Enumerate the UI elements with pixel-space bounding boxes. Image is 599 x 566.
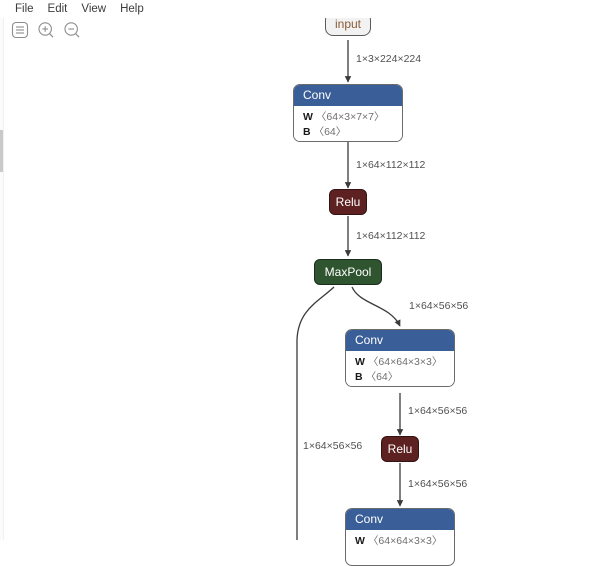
- attr-value: 〈64〉: [313, 126, 347, 138]
- attr-row: W 〈64×3×7×7〉: [294, 110, 402, 125]
- edge-label-conv2-to-relu2: 1×64×56×56: [408, 405, 468, 417]
- edge-label-maxpool1-skip: 1×64×56×56: [303, 440, 363, 452]
- attr-row: B 〈64〉: [294, 125, 402, 140]
- edge-label-conv1-to-relu1: 1×64×112×112: [356, 159, 426, 171]
- attr-key: W: [355, 356, 365, 368]
- attr-value: 〈64〉: [365, 371, 399, 383]
- graph-node-maxpool1-label: MaxPool: [324, 265, 372, 279]
- graph-node-input-label: input: [334, 17, 362, 31]
- graph-canvas[interactable]: input Conv W 〈64×3×7×7〉 B 〈64〉 Relu MaxPoo…: [0, 0, 599, 566]
- attr-value: 〈64×64×3×3〉: [367, 356, 443, 368]
- graph-edge-layer: [296, 40, 404, 540]
- menu-item-edit[interactable]: Edit: [41, 1, 75, 17]
- edge-maxpool1-to-conv2: [351, 286, 401, 327]
- graph-node-relu1[interactable]: Relu: [329, 189, 367, 215]
- attr-row: W 〈64×64×3×3〉: [346, 534, 454, 549]
- toolbar: [10, 20, 82, 40]
- edge-label-input-to-conv1: 1×3×224×224: [356, 53, 422, 65]
- edge-label-relu2-to-conv3: 1×64×56×56: [408, 478, 468, 490]
- graph-node-relu2-label: Relu: [387, 442, 413, 456]
- graph-node-conv3-body: W 〈64×64×3×3〉: [346, 530, 454, 553]
- zoom-out-icon[interactable]: [62, 20, 82, 40]
- zoom-in-icon[interactable]: [36, 20, 56, 40]
- attr-value: 〈64×64×3×3〉: [367, 535, 443, 547]
- attr-key: W: [303, 111, 313, 123]
- attr-key: W: [355, 535, 365, 547]
- attr-row: W 〈64×64×3×3〉: [346, 355, 454, 370]
- graph-node-maxpool1[interactable]: MaxPool: [314, 259, 382, 285]
- graph-node-conv2-type: Conv: [346, 330, 454, 351]
- menu-item-help[interactable]: Help: [113, 1, 151, 17]
- attr-key: B: [303, 126, 311, 138]
- graph-node-conv2[interactable]: Conv W 〈64×64×3×3〉 B 〈64〉: [345, 329, 455, 387]
- graph-node-conv1-body: W 〈64×3×7×7〉 B 〈64〉: [294, 106, 402, 141]
- graph-node-conv1-type: Conv: [294, 85, 402, 106]
- menu-item-view[interactable]: View: [74, 1, 113, 17]
- edge-label-maxpool1-to-conv2: 1×64×56×56: [409, 300, 469, 312]
- graph-node-conv1[interactable]: Conv W 〈64×3×7×7〉 B 〈64〉: [293, 84, 403, 142]
- attr-value: 〈64×3×7×7〉: [315, 111, 385, 123]
- graph-node-conv3-type: Conv: [346, 509, 454, 530]
- graph-node-relu2[interactable]: Relu: [381, 436, 419, 462]
- edge-maxpool1-skip: [296, 286, 335, 540]
- graph-node-relu1-label: Relu: [335, 195, 361, 209]
- attr-key: B: [355, 371, 363, 383]
- graph-node-conv2-body: W 〈64×64×3×3〉 B 〈64〉: [346, 351, 454, 386]
- menu-icon[interactable]: [10, 20, 30, 40]
- attr-row: B 〈64〉: [346, 370, 454, 385]
- edge-label-relu1-to-maxpool1: 1×64×112×112: [356, 230, 426, 242]
- menu-item-file[interactable]: File: [8, 1, 41, 17]
- graph-node-conv3[interactable]: Conv W 〈64×64×3×3〉: [345, 508, 455, 566]
- menu-bar: File Edit View Help: [0, 0, 599, 18]
